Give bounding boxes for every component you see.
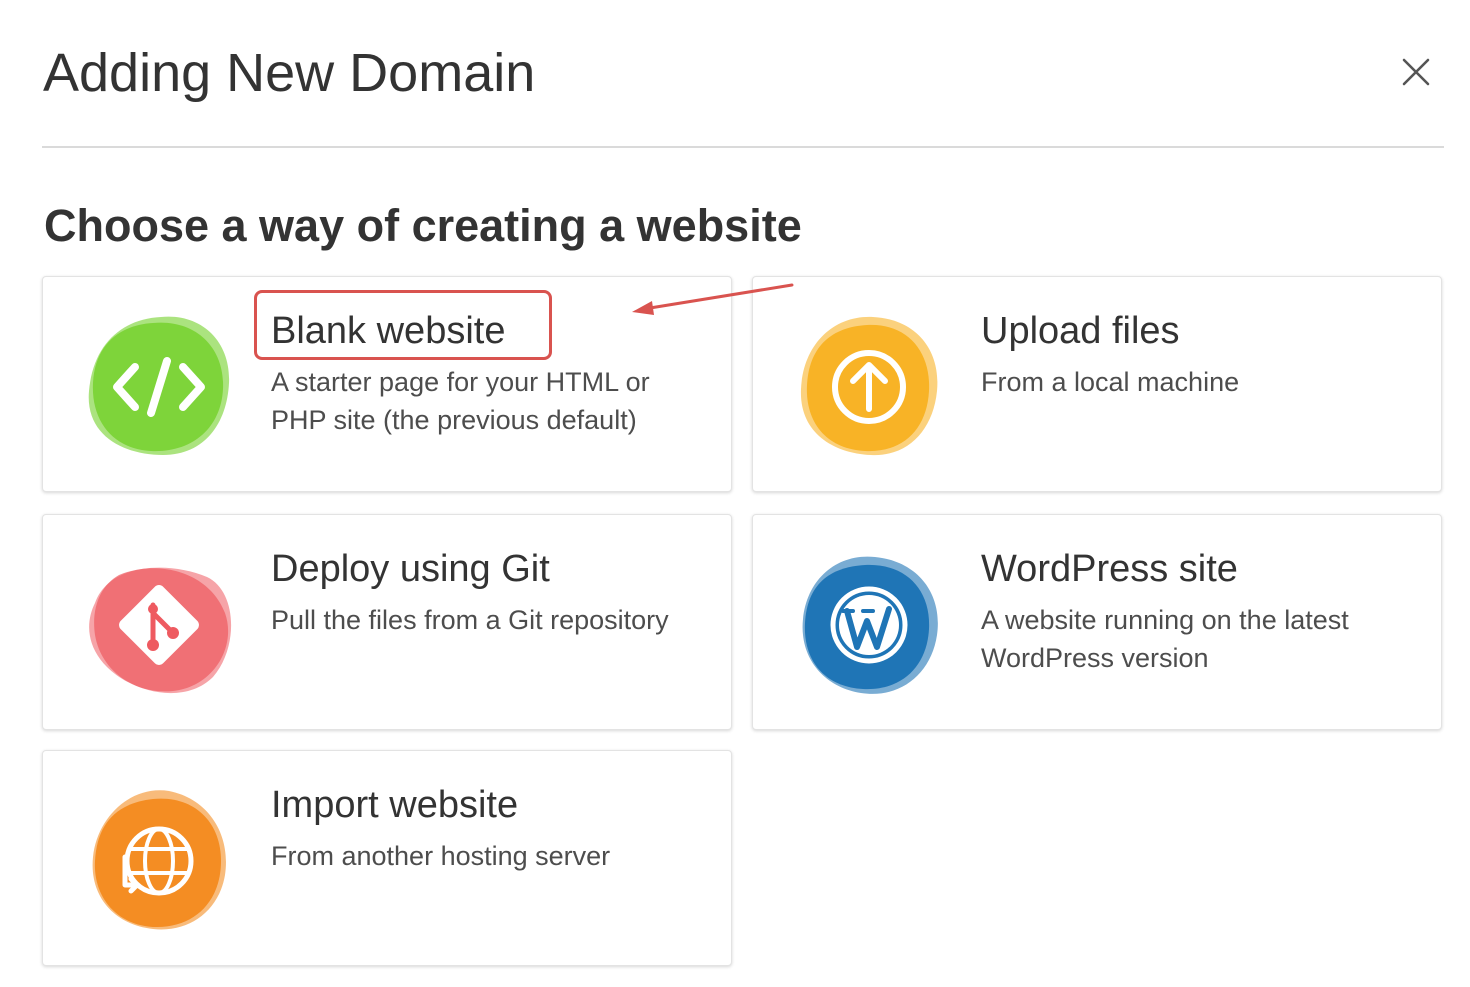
dialog-title: Adding New Domain xyxy=(43,43,536,103)
option-title: Upload files xyxy=(981,310,1180,352)
option-title: Import website xyxy=(271,784,519,826)
annotation-arrow-icon xyxy=(632,283,794,315)
option-description: Pull the files from a Git repository xyxy=(271,605,669,635)
title-divider xyxy=(42,146,1444,148)
close-icon xyxy=(1402,58,1430,86)
annotation-highlight-box xyxy=(254,290,552,360)
option-description: From a local machine xyxy=(981,367,1240,397)
globe-import-icon xyxy=(79,779,239,939)
wordpress-icon xyxy=(789,543,949,703)
option-deploy-git[interactable]: Deploy using Git Pull the files from a G… xyxy=(42,514,732,730)
option-description: A starter page for your HTML or PHP site… xyxy=(271,367,650,435)
code-icon xyxy=(79,305,239,465)
option-description: From another hosting server xyxy=(271,841,611,871)
section-heading: Choose a way of creating a website xyxy=(44,200,802,251)
git-icon xyxy=(79,543,239,703)
option-import-website[interactable]: Import website From another hosting serv… xyxy=(42,750,732,966)
option-title: WordPress site xyxy=(981,548,1238,590)
upload-icon xyxy=(789,305,949,465)
option-title: Deploy using Git xyxy=(271,548,550,590)
close-button[interactable] xyxy=(1396,52,1436,92)
option-description: A website running on the latest WordPres… xyxy=(981,605,1349,673)
option-upload-files[interactable]: Upload files From a local machine xyxy=(752,276,1442,492)
option-wordpress-site[interactable]: WordPress site A website running on the … xyxy=(752,514,1442,730)
